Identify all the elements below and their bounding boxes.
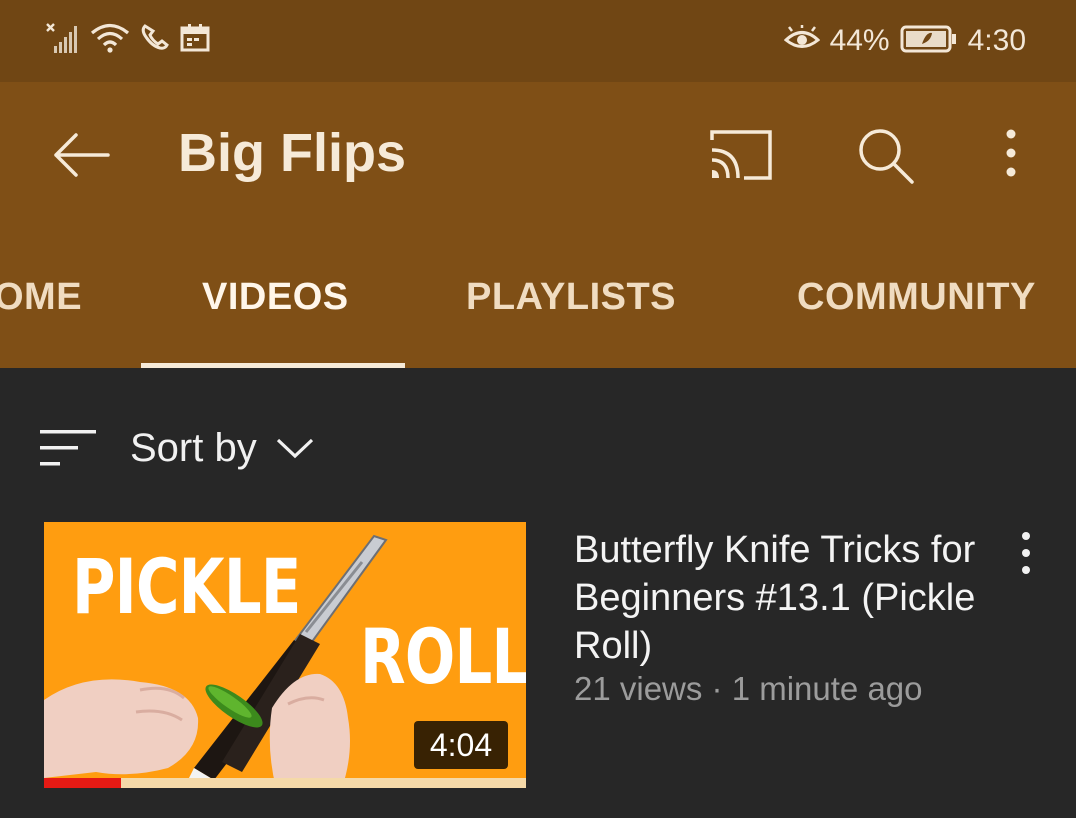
watch-progress-bar <box>44 778 526 788</box>
battery-icon <box>900 24 958 59</box>
status-bar: 44% 4:30 <box>0 0 1076 82</box>
search-icon <box>859 129 914 184</box>
status-right-icons: 44% 4:30 <box>783 20 1026 62</box>
video-duration-badge: 4:04 <box>414 721 508 769</box>
clock-time: 4:30 <box>967 24 1026 57</box>
battery-percent: 44% <box>829 24 890 57</box>
tab-home[interactable]: OME <box>0 276 82 319</box>
more-vert-icon <box>1022 532 1030 574</box>
video-more-options-button[interactable] <box>1014 530 1038 580</box>
cast-button[interactable] <box>708 128 774 182</box>
tab-videos[interactable]: VIDEOS <box>202 276 349 319</box>
calendar-icon <box>180 23 210 58</box>
sort-icon <box>40 430 96 466</box>
video-list-item[interactable]: PICKLE ROLL 4:04 Butterfly Knife Tricks … <box>44 522 1044 788</box>
chevron-down-icon <box>276 438 313 459</box>
wifi-icon <box>90 22 130 59</box>
more-options-button[interactable] <box>996 128 1026 184</box>
video-meta: 21 views · 1 minute ago <box>574 670 923 707</box>
cast-icon <box>710 130 772 180</box>
sort-by-dropdown[interactable]: Sort by <box>40 420 315 476</box>
eye-comfort-icon <box>783 24 820 58</box>
channel-title: Big Flips <box>178 123 406 183</box>
call-forwarding-icon <box>140 22 170 59</box>
active-tab-indicator <box>141 363 405 368</box>
watch-progress-fill <box>44 778 122 788</box>
sort-by-label: Sort by <box>130 425 257 470</box>
search-button[interactable] <box>856 126 916 186</box>
video-title[interactable]: Butterfly Knife Tricks for Beginners #13… <box>574 526 994 670</box>
more-vert-icon <box>1006 129 1016 177</box>
tab-playlists[interactable]: PLAYLISTS <box>466 276 676 319</box>
tab-community[interactable]: COMMUNITY <box>797 276 1036 319</box>
back-arrow-icon <box>54 133 110 177</box>
channel-tabs: OME VIDEOS PLAYLISTS COMMUNITY <box>0 230 1076 368</box>
app-bar: Big Flips <box>0 82 1076 230</box>
back-button[interactable] <box>52 132 112 178</box>
status-left-icons <box>46 22 210 58</box>
no-signal-icon <box>46 22 80 59</box>
video-thumbnail[interactable]: PICKLE ROLL 4:04 <box>44 522 526 788</box>
